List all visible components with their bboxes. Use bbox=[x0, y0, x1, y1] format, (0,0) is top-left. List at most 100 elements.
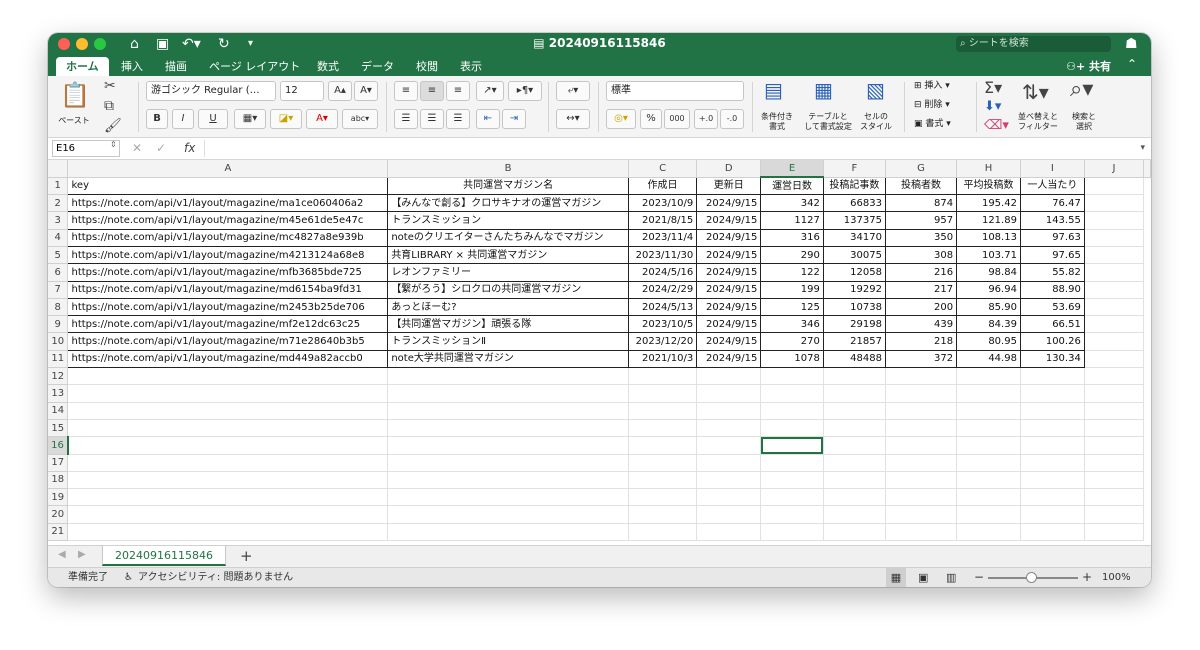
cell[interactable] bbox=[67, 367, 389, 386]
cell[interactable] bbox=[956, 367, 1021, 386]
orientation-button[interactable]: ↗▾ bbox=[476, 81, 504, 101]
row-header[interactable]: 2 bbox=[48, 194, 69, 213]
cell[interactable] bbox=[823, 384, 886, 403]
align-top-button[interactable]: ≡ bbox=[394, 81, 418, 101]
cell[interactable]: 346 bbox=[760, 315, 824, 334]
cell[interactable]: 2021/10/3 bbox=[628, 350, 698, 369]
column-header-i[interactable]: I bbox=[1020, 160, 1085, 178]
cell[interactable] bbox=[1020, 488, 1085, 507]
cell[interactable] bbox=[885, 419, 958, 438]
font-name-select[interactable]: 游ゴシック Regular (… bbox=[146, 81, 276, 101]
cell[interactable] bbox=[1084, 315, 1145, 334]
cell[interactable] bbox=[1020, 454, 1085, 472]
cell[interactable] bbox=[387, 384, 629, 403]
merge-center-button[interactable]: ↔▾ bbox=[556, 109, 590, 129]
accessibility-icon[interactable]: ♿ bbox=[124, 568, 133, 587]
cell[interactable]: noteのクリエイターさんたちみんなでマガジン bbox=[387, 229, 629, 247]
cell[interactable]: 874 bbox=[885, 194, 958, 213]
cell[interactable]: 308 bbox=[885, 246, 958, 265]
cell[interactable] bbox=[956, 436, 1021, 455]
cell[interactable] bbox=[1084, 454, 1145, 472]
cell[interactable]: https://note.com/api/v1/layout/magazine/… bbox=[67, 281, 389, 299]
cell[interactable] bbox=[1020, 436, 1085, 455]
cell[interactable] bbox=[1020, 471, 1085, 490]
percent-format-button[interactable]: % bbox=[640, 109, 662, 129]
cell[interactable]: 2023/10/9 bbox=[628, 194, 698, 213]
cell[interactable]: 2023/10/5 bbox=[628, 315, 698, 334]
cell[interactable] bbox=[628, 488, 698, 507]
cell[interactable] bbox=[67, 436, 389, 455]
cell[interactable] bbox=[67, 402, 389, 420]
cell[interactable]: 2023/12/20 bbox=[628, 332, 698, 351]
cell[interactable] bbox=[760, 488, 824, 507]
cell[interactable]: 10738 bbox=[823, 298, 886, 317]
cell[interactable]: 34170 bbox=[823, 229, 886, 247]
cell[interactable]: 96.94 bbox=[956, 281, 1021, 299]
cell[interactable]: 55.82 bbox=[1020, 263, 1085, 282]
find-select-icon[interactable]: ⌕▾ bbox=[1070, 79, 1093, 101]
delete-cells-button[interactable]: ⊟ 削除 ▾ bbox=[914, 100, 970, 110]
copy-icon[interactable]: ⧉ bbox=[104, 96, 114, 116]
cell[interactable]: あっとほーむ? bbox=[387, 298, 629, 317]
cell[interactable]: 2024/9/15 bbox=[696, 332, 762, 351]
cell[interactable]: 122 bbox=[760, 263, 824, 282]
cell[interactable] bbox=[67, 471, 389, 490]
cell[interactable] bbox=[628, 454, 698, 472]
accounting-format-button[interactable]: ◎▾ bbox=[606, 109, 636, 129]
cell[interactable] bbox=[696, 471, 762, 490]
cell[interactable] bbox=[387, 523, 629, 542]
cell[interactable] bbox=[885, 402, 958, 420]
cell[interactable] bbox=[760, 367, 824, 386]
cell[interactable]: 218 bbox=[885, 332, 958, 351]
cell[interactable] bbox=[956, 454, 1021, 472]
cell[interactable] bbox=[885, 384, 958, 403]
cell[interactable]: 運営日数 bbox=[760, 177, 824, 196]
cell[interactable]: 30075 bbox=[823, 246, 886, 265]
italic-button[interactable]: I bbox=[172, 109, 194, 129]
cell[interactable] bbox=[1020, 367, 1085, 386]
account-icon[interactable]: ☗ bbox=[1125, 35, 1138, 53]
cell[interactable] bbox=[885, 436, 958, 455]
row-header[interactable]: 15 bbox=[48, 419, 69, 438]
cell[interactable]: https://note.com/api/v1/layout/magazine/… bbox=[67, 211, 389, 230]
cell[interactable]: 投稿記事数 bbox=[823, 177, 886, 196]
cell[interactable] bbox=[1084, 211, 1145, 230]
cell[interactable]: 2024/9/15 bbox=[696, 281, 762, 299]
row-header[interactable]: 19 bbox=[48, 488, 69, 507]
zoom-level[interactable]: 100% bbox=[1102, 568, 1131, 587]
cell[interactable]: 342 bbox=[760, 194, 824, 213]
cell[interactable] bbox=[956, 419, 1021, 438]
align-left-button[interactable]: ☰ bbox=[394, 109, 418, 129]
cell[interactable]: 29198 bbox=[823, 315, 886, 334]
normal-view-icon[interactable]: ▦ bbox=[886, 568, 906, 587]
cell[interactable]: https://note.com/api/v1/layout/magazine/… bbox=[67, 350, 389, 369]
cell[interactable]: 2023/11/30 bbox=[628, 246, 698, 265]
row-header[interactable]: 7 bbox=[48, 281, 69, 299]
align-center-button[interactable]: ☰ bbox=[420, 109, 444, 129]
cell[interactable] bbox=[885, 505, 958, 524]
cell[interactable] bbox=[628, 505, 698, 524]
cell[interactable] bbox=[1084, 350, 1145, 369]
cell[interactable]: 共同運営マガジン名 bbox=[387, 177, 629, 196]
cell[interactable]: 76.47 bbox=[1020, 194, 1085, 213]
column-header-a[interactable]: A bbox=[67, 160, 389, 178]
cell[interactable] bbox=[387, 419, 629, 438]
cell[interactable] bbox=[1084, 332, 1145, 351]
row-header[interactable]: 12 bbox=[48, 367, 69, 386]
cell[interactable]: 316 bbox=[760, 229, 824, 247]
row-header[interactable]: 21 bbox=[48, 523, 69, 542]
cell[interactable]: 66833 bbox=[823, 194, 886, 213]
cell[interactable]: 103.71 bbox=[956, 246, 1021, 265]
cell[interactable]: レオンファミリー bbox=[387, 263, 629, 282]
cell[interactable] bbox=[387, 471, 629, 490]
cell[interactable] bbox=[696, 436, 762, 455]
row-header[interactable]: 6 bbox=[48, 263, 69, 282]
cell[interactable] bbox=[823, 419, 886, 438]
zoom-in-icon[interactable]: + bbox=[1082, 568, 1092, 587]
cell[interactable] bbox=[885, 454, 958, 472]
increase-indent-button[interactable]: ⇥ bbox=[502, 109, 526, 129]
cell[interactable] bbox=[760, 505, 824, 524]
column-header-f[interactable]: F bbox=[823, 160, 886, 178]
cell[interactable]: 350 bbox=[885, 229, 958, 247]
cell[interactable] bbox=[67, 505, 389, 524]
